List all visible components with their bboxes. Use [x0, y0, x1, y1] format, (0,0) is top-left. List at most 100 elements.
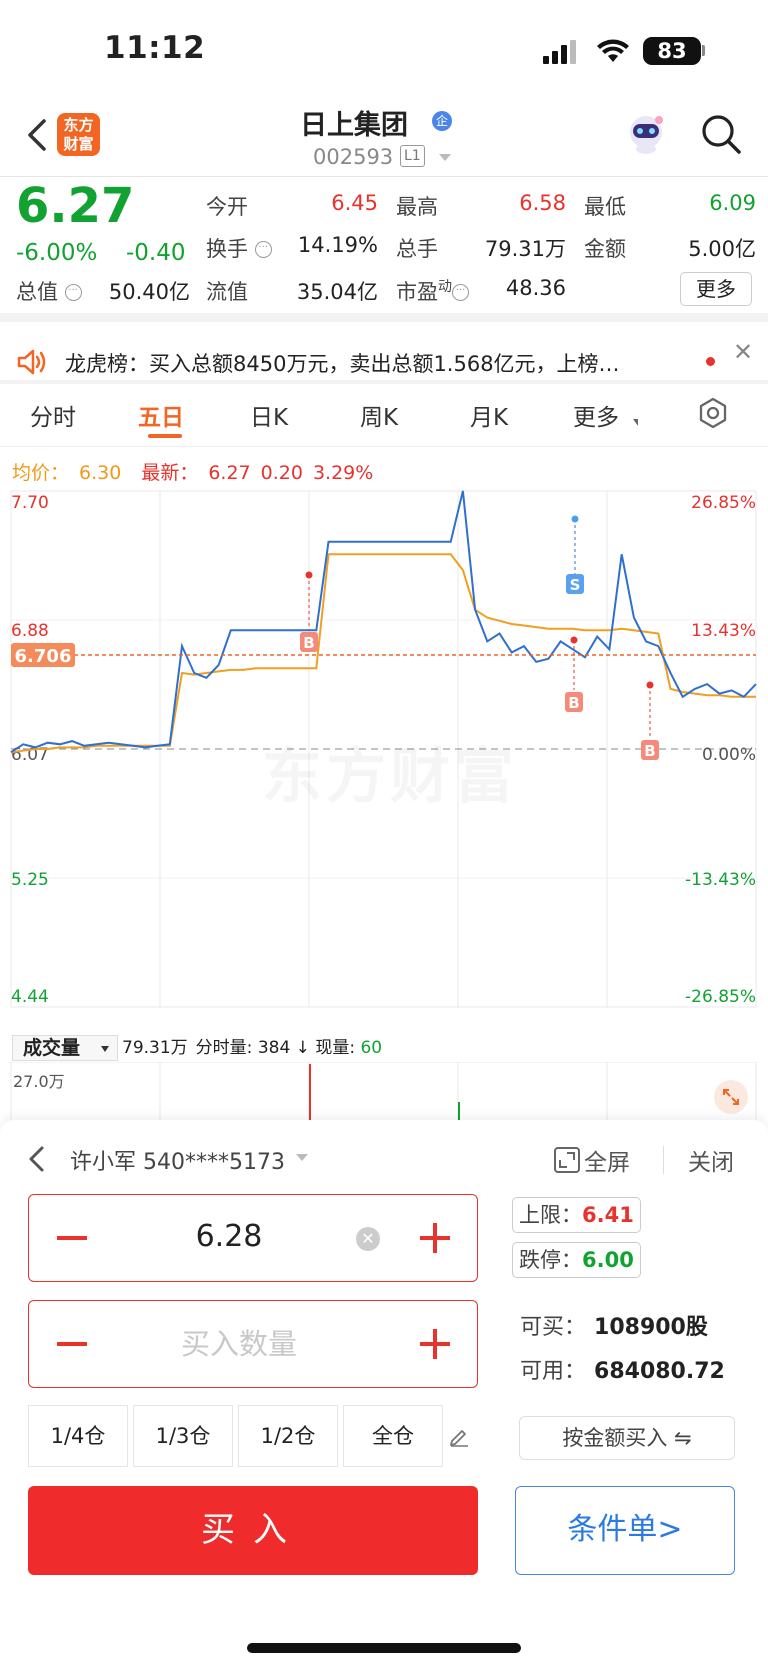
status-time: 11:12	[104, 30, 206, 66]
stock-code: 002593	[313, 145, 394, 169]
account-selector[interactable]: 许小军 540****5173	[70, 1144, 285, 1176]
available-funds: 可用： 684080.72	[520, 1353, 725, 1385]
can-buy: 可买： 108900股	[520, 1309, 708, 1341]
marker-label: B	[303, 634, 314, 652]
plus-icon-vertical[interactable]	[433, 1223, 437, 1253]
expand-icon[interactable]	[714, 1080, 748, 1114]
available-label: 可用：	[520, 1359, 587, 1384]
chevron-left-icon[interactable]	[26, 1144, 48, 1174]
trade-marker-buy-1[interactable]: B	[300, 571, 318, 653]
amount-label: 金额	[584, 237, 626, 261]
mktcap-label: 总值 ···	[16, 276, 82, 306]
y-tick-right-1: 13.43%	[691, 621, 756, 641]
info-icon[interactable]: ···	[254, 241, 272, 258]
more-button[interactable]: 更多	[680, 272, 752, 306]
price-stepper[interactable]: 6.28 ✕	[28, 1194, 478, 1282]
logo-line1: 东方	[63, 116, 94, 134]
buy-by-amount-button[interactable]: 按金额买入 ⇋	[519, 1416, 735, 1460]
avg-price-line	[10, 553, 756, 754]
trade-marker-buy-2[interactable]: B	[565, 636, 583, 713]
tab-intraday[interactable]: 分时	[30, 398, 76, 432]
search-icon[interactable]	[700, 113, 742, 155]
edit-icon[interactable]	[448, 1425, 470, 1447]
logo-line2: 财富	[63, 135, 94, 153]
tab-weekly-k[interactable]: 周K	[360, 398, 398, 432]
volume-grid	[10, 1062, 757, 1120]
position-full-button[interactable]: 全仓	[343, 1405, 443, 1467]
tab-monthly-k[interactable]: 月K	[470, 398, 508, 432]
turnover-label-text: 换手	[206, 237, 248, 261]
pe-label: 市盈动 ···	[396, 276, 469, 306]
upper-limit[interactable]: 上限：6.41	[512, 1197, 641, 1233]
current-price: 6.27	[16, 178, 135, 234]
can-buy-label: 可买：	[520, 1315, 587, 1340]
news-ticker[interactable]: 龙虎榜：买入总额8450万元，卖出总额1.568亿元，上榜…	[65, 348, 705, 378]
quantity-stepper[interactable]	[28, 1300, 478, 1388]
tab-more[interactable]: 更多	[573, 398, 619, 432]
low-value: 6.09	[709, 191, 756, 215]
tick-volume-label: 分时量:	[195, 1038, 253, 1058]
quantity-input[interactable]	[109, 1327, 369, 1361]
close-icon[interactable]: ✕	[733, 338, 753, 366]
volume-indicator-select[interactable]: 成交量	[12, 1035, 118, 1061]
watermark-logo: 东方财富	[262, 728, 518, 815]
speaker-icon	[17, 349, 46, 375]
amount-value: 5.00亿	[688, 237, 756, 261]
signal-icon	[543, 40, 583, 64]
position-third-button[interactable]: 1/3仓	[133, 1405, 233, 1467]
lower-limit-label: 跌停：	[519, 1248, 582, 1272]
corp-badge: 企	[432, 111, 452, 131]
upper-limit-value: 6.41	[582, 1203, 634, 1227]
pe-value: 48.36	[505, 276, 566, 300]
trade-marker-sell[interactable]: S	[566, 515, 584, 595]
home-indicator	[247, 1643, 521, 1653]
volume-header: 成交量 79.31万 分时量: 384 ↓ 现量: 60	[12, 1033, 382, 1061]
lower-limit[interactable]: 跌停：6.00	[512, 1242, 641, 1278]
info-icon[interactable]: ···	[452, 284, 469, 301]
info-icon[interactable]: ···	[64, 284, 82, 301]
marker-label: S	[570, 576, 581, 594]
robot-assistant-icon[interactable]	[624, 112, 668, 156]
fullscreen-icon[interactable]	[553, 1146, 581, 1174]
marker-label: B	[644, 742, 655, 760]
position-half-button[interactable]: 1/2仓	[238, 1405, 338, 1467]
mktcap-value: 50.40亿	[108, 280, 190, 304]
minus-icon[interactable]	[57, 1342, 87, 1346]
y-tick-right-4: -26.85%	[685, 987, 756, 1007]
chevron-down-icon[interactable]	[439, 154, 451, 161]
turnover-label: 换手 ···	[206, 233, 272, 263]
tab-daily-k[interactable]: 日K	[250, 398, 288, 432]
y-tick-left-4: 4.44	[11, 987, 49, 1007]
stock-name: 日上集团	[300, 110, 408, 141]
available-value: 684080.72	[594, 1359, 725, 1384]
tab-divider	[0, 446, 768, 447]
pct-change: -6.00%	[16, 240, 98, 266]
pe-label-text: 市盈	[396, 280, 438, 304]
volume-selector-label: 成交量	[23, 1037, 81, 1059]
plus-icon-vertical[interactable]	[433, 1329, 437, 1359]
chevron-down-icon[interactable]	[296, 1154, 308, 1161]
header-divider	[0, 176, 768, 177]
gear-icon[interactable]	[697, 397, 729, 429]
unread-dot	[706, 357, 715, 366]
fullscreen-button[interactable]: 全屏	[584, 1143, 630, 1177]
wifi-icon	[597, 39, 629, 62]
back-icon[interactable]	[22, 115, 52, 155]
battery-indicator: 83	[643, 37, 701, 65]
close-button[interactable]: 关闭	[688, 1143, 734, 1177]
lower-limit-value: 6.00	[582, 1248, 634, 1272]
buy-button[interactable]: 买入	[28, 1486, 478, 1575]
battery-tip	[702, 45, 705, 56]
trade-marker-buy-3[interactable]: B	[641, 681, 659, 761]
y-tick-left-3: 5.25	[11, 870, 49, 890]
y-tick-left-1: 6.88	[11, 621, 49, 641]
tab-five-day[interactable]: 五日	[138, 398, 184, 432]
clear-icon[interactable]: ✕	[356, 1227, 380, 1251]
y-tick-right-0: 26.85%	[691, 493, 756, 513]
position-quarter-button[interactable]: 1/4仓	[28, 1405, 128, 1467]
level-badge[interactable]: L1	[400, 145, 425, 167]
can-buy-value: 108900股	[594, 1315, 708, 1340]
high-value: 6.58	[519, 191, 566, 215]
conditional-order-button[interactable]: 条件单>	[515, 1486, 735, 1575]
divider	[663, 1146, 664, 1174]
